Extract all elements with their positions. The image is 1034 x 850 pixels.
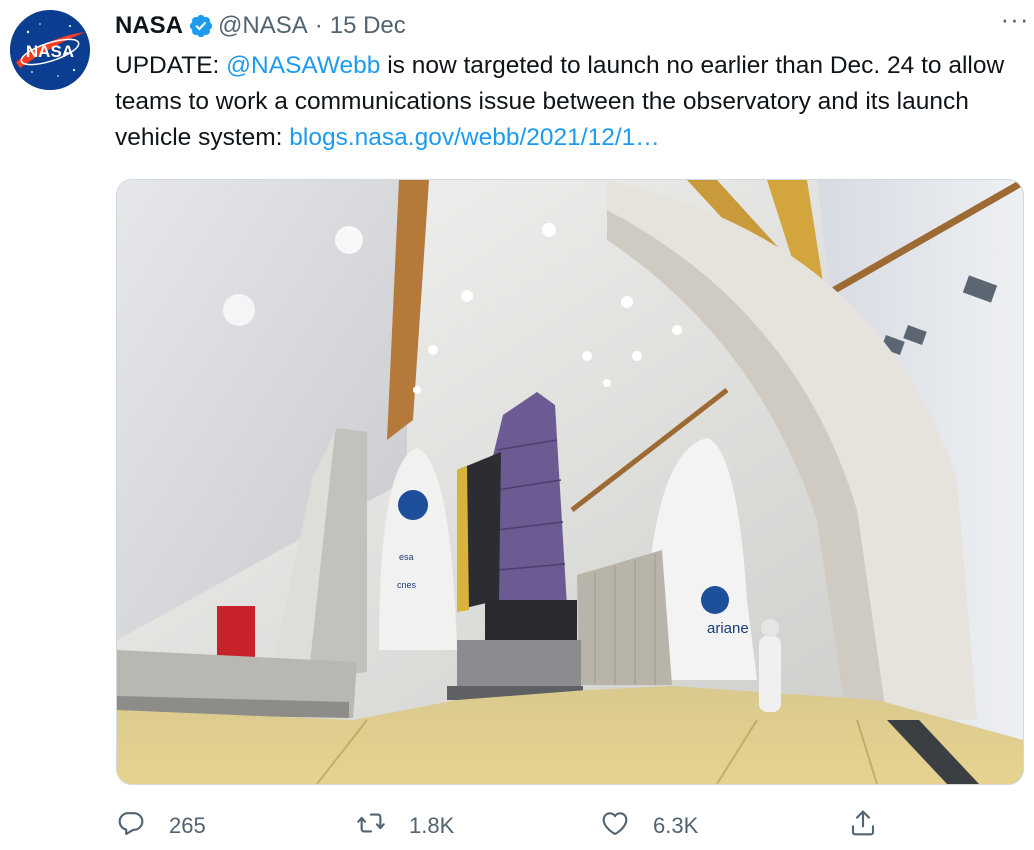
- reply-button[interactable]: 265: [115, 807, 206, 845]
- more-options-icon[interactable]: ···: [1000, 4, 1030, 34]
- text-prefix: UPDATE:: [115, 52, 227, 79]
- author-handle[interactable]: @NASA: [218, 12, 308, 40]
- separator-dot: ·: [314, 12, 323, 39]
- share-button[interactable]: [847, 807, 879, 845]
- avatar-text: NASA: [26, 42, 74, 61]
- like-button[interactable]: 6.3K: [599, 807, 698, 845]
- photo-illustration: ariane esa cnes: [117, 180, 1023, 784]
- fairing-label: esa: [399, 552, 414, 562]
- heart-icon: [599, 807, 631, 845]
- retweet-button[interactable]: 1.8K: [355, 807, 454, 845]
- nasa-logo: NASA: [10, 10, 90, 90]
- fairing-label: cnes: [397, 580, 417, 590]
- tweet-date[interactable]: 15 Dec: [330, 12, 406, 40]
- reply-icon: [115, 807, 147, 845]
- tweet-photo[interactable]: ariane esa cnes: [116, 179, 1024, 785]
- mention-link[interactable]: @NASAWebb: [226, 52, 380, 79]
- avatar[interactable]: NASA: [10, 10, 90, 90]
- fairing-label: ariane: [707, 620, 749, 637]
- tweet-header: NASA @NASA · 15 Dec: [115, 8, 1020, 44]
- action-bar: 265 1.8K 6.3K: [115, 806, 1015, 846]
- tweet-text: UPDATE: @NASAWebb is now targeted to lau…: [115, 48, 1025, 156]
- retweet-count: 1.8K: [409, 813, 455, 838]
- reply-count: 265: [169, 813, 206, 838]
- retweet-icon: [355, 807, 387, 845]
- verified-badge-icon: [188, 13, 214, 39]
- like-count: 6.3K: [653, 813, 699, 838]
- author-name[interactable]: NASA: [115, 12, 183, 40]
- share-icon: [847, 807, 879, 845]
- url-link[interactable]: blogs.nasa.gov/webb/2021/12/1…: [289, 124, 660, 151]
